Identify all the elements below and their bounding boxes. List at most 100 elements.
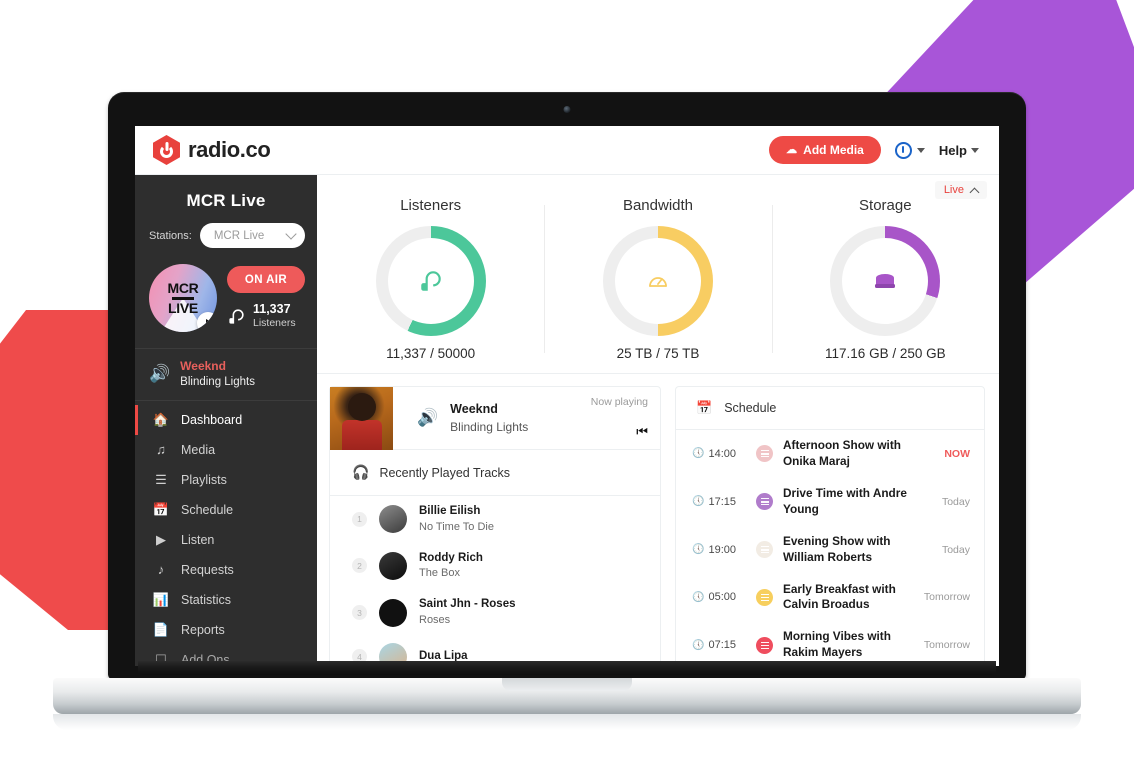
table-row[interactable]: 🕔 14:00 Afternoon Show with Onika Maraj … [676,430,984,478]
recently-played-title: Recently Played Tracks [379,465,511,480]
sidebar-item-label: Statistics [181,592,232,607]
stats-row: Listeners 11,337 / 50000 Bandwidth 25 TB… [317,175,999,374]
sidebar-item-label: Schedule [181,502,234,517]
headphones-icon: 🎧 [352,464,370,480]
schedule-show-name: Evening Show with William Roberts [783,533,891,564]
laptop-lid: radio.co ☁ Add Media Help MCR Live Stati… [108,92,1026,680]
sidebar-now-playing: 🔊 Weeknd Blinding Lights [135,348,317,401]
station-select[interactable]: MCR Live [199,223,305,248]
calendar-icon: 📅 [696,400,713,415]
stat-value: 11,337 / 50000 [386,346,476,361]
clock-icon: 🕔 [692,639,705,651]
sidebar-item-label: Requests [181,562,234,577]
sidebar-item-statistics[interactable]: 📊 Statistics [135,585,317,615]
speaker-icon: 🔊 [149,364,171,384]
stat-listeners: Listeners 11,337 / 50000 [317,197,544,361]
schedule-show-name: Drive Time with Andre Young [783,485,907,516]
avatar [379,551,407,580]
donut-center [842,238,929,324]
head-headphones-icon [420,271,441,291]
sidebar: MCR Live Stations: MCR Live MCR LIVE ON … [135,175,317,666]
artwork-line-1: MCR [167,280,199,297]
help-menu[interactable]: Help [939,143,979,158]
sidebar-item-reports[interactable]: 📄 Reports [135,615,317,645]
station-hero: MCR LIVE ON AIR 11,337 Listeners [135,260,317,348]
stat-title: Listeners [400,197,462,214]
radio-power-hex-icon [153,135,180,165]
stat-storage: Storage 117.16 GB / 250 GB [771,197,999,361]
track-artist: Saint Jhn - Roses [419,598,516,611]
sidebar-item-label: Playlists [181,472,227,487]
bar-chart-icon: 📊 [152,591,170,607]
skip-next-icon[interactable]: ⏮ [636,424,648,440]
hero-info: ON AIR 11,337 Listeners [227,266,307,329]
sidebar-item-requests[interactable]: ♪ Requests [135,555,317,585]
clock-icon: 🕔 [692,591,705,603]
on-air-badge[interactable]: ON AIR [227,266,305,294]
panels-row: 🔊 Weeknd Blinding Lights Now playing ⏮ 🎧… [317,374,999,666]
brand-name: radio.co [188,137,271,162]
main-content: Live Listeners 11,337 / 50000 Bandwidth … [317,175,999,666]
webcam-icon [563,106,571,113]
now-playing-artist: Weeknd [450,401,498,416]
table-row[interactable]: 🕔 05:00 Early Breakfast with Calvin Broa… [676,574,984,622]
app-body: MCR Live Stations: MCR Live MCR LIVE ON … [135,175,999,666]
speedometer-icon [649,277,667,287]
schedule-time-value: 14:00 [708,447,736,460]
schedule-time: 🕔 07:15 [692,639,746,651]
stat-bandwidth: Bandwidth 25 TB / 75 TB [544,197,771,361]
table-row[interactable]: 🕔 19:00 Evening Show with William Robert… [676,526,984,574]
now-playing-info: 🔊 Weeknd Blinding Lights [393,387,572,449]
sidebar-item-playlists[interactable]: ☰ Playlists [135,465,317,495]
schedule-when: Today [941,543,970,556]
account-power-dropdown[interactable] [894,141,925,159]
station-selected-value: MCR Live [213,229,265,242]
sidebar-np-track: Blinding Lights [180,375,255,388]
stat-value: 25 TB / 75 TB [616,346,700,361]
play-icon: ▶ [156,531,166,547]
app-topbar: radio.co ☁ Add Media Help [135,126,999,175]
stat-title: Bandwidth [622,197,694,214]
table-row[interactable]: 🕔 17:15 Drive Time with Andre Young Toda… [676,478,984,526]
artwork-line-2: LIVE [168,299,198,316]
cloud-upload-icon: ☁ [786,143,798,156]
schedule-when: Tomorrow [923,639,970,652]
schedule-time-value: 17:15 [708,495,736,508]
now-playing-status: Now playing [590,396,648,408]
stations-label: Stations: [149,229,192,242]
album-cover [330,387,393,450]
schedule-header: 📅 Schedule [676,387,984,430]
recently-played-header: 🎧 Recently Played Tracks [330,450,660,496]
play-icon[interactable] [197,312,217,332]
sidebar-listeners-count: 11,337 [253,302,291,317]
sidebar-listeners: 11,337 Listeners [227,303,307,329]
topbar-actions: ☁ Add Media Help [769,136,979,164]
add-media-button[interactable]: ☁ Add Media [769,136,881,164]
sidebar-item-label: Reports [181,622,225,637]
laptop-mockup: radio.co ☁ Add Media Help MCR Live Stati… [53,92,1081,730]
list-item[interactable]: 3 Saint Jhn - Roses Roses [330,589,660,636]
list-item[interactable]: 1 Billie Eilish No Time To Die [330,496,660,543]
sidebar-item-listen[interactable]: ▶ Listen [135,525,317,555]
sidebar-item-media[interactable]: ♫ Media [135,435,317,465]
sidebar-item-schedule[interactable]: 📅 Schedule [135,495,317,525]
track-song: Roses [419,613,451,626]
station-title: MCR Live [186,191,266,210]
brand-logo[interactable]: radio.co [153,135,271,165]
app-screen: radio.co ☁ Add Media Help MCR Live Stati… [135,126,999,666]
stat-title: Storage [859,197,912,214]
sidebar-item-label: Dashboard [181,412,243,427]
list-item[interactable]: 2 Roddy Rich The Box [330,543,660,590]
clock-icon: 🕔 [692,496,705,508]
station-artwork: MCR LIVE [149,264,217,332]
schedule-when: Tomorrow [923,591,970,604]
sidebar-item-dashboard[interactable]: 🏠 Dashboard [135,404,317,435]
sidebar-item-label: Media [181,442,216,457]
speaker-icon: 🔊 [417,408,439,427]
now-playing-meta: Now playing ⏮ [572,387,660,449]
track-index: 2 [352,558,367,574]
live-label: Live [943,184,964,196]
home-icon: 🏠 [152,411,170,427]
status-badge [756,541,773,559]
table-row[interactable]: 🕔 07:15 Morning Vibes with Rakim Mayers … [676,621,984,666]
